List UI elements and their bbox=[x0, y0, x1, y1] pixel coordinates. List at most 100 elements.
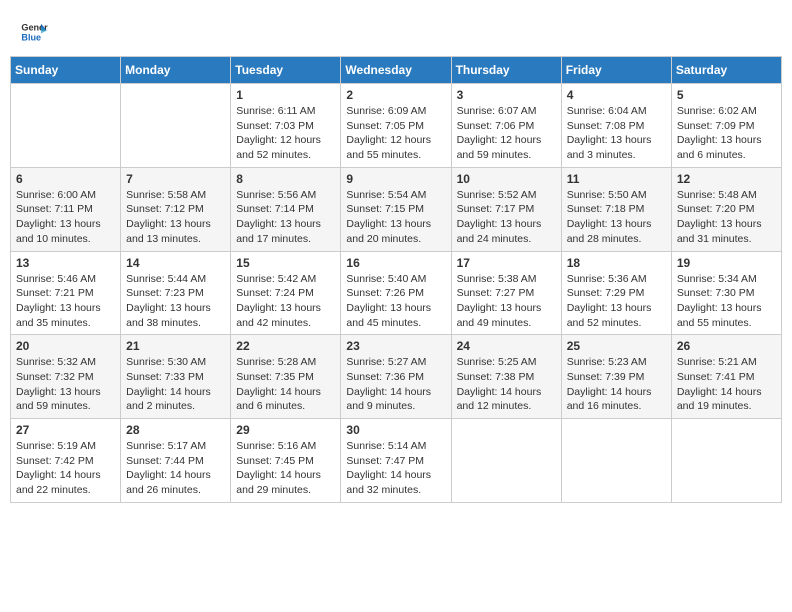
calendar-cell: 3 Sunrise: 6:07 AM Sunset: 7:06 PM Daylig… bbox=[451, 84, 561, 168]
calendar-cell: 4 Sunrise: 6:04 AM Sunset: 7:08 PM Daylig… bbox=[561, 84, 671, 168]
day-info: Sunrise: 5:58 AM Sunset: 7:12 PM Dayligh… bbox=[126, 188, 225, 247]
day-info: Sunrise: 6:09 AM Sunset: 7:05 PM Dayligh… bbox=[346, 104, 445, 163]
calendar-cell: 25 Sunrise: 5:23 AM Sunset: 7:39 PM Dayli… bbox=[561, 335, 671, 419]
day-number: 29 bbox=[236, 423, 335, 437]
day-number: 22 bbox=[236, 339, 335, 353]
calendar-cell: 12Sunrise: 5:48 AM Sunset: 7:20 PM Dayli… bbox=[671, 167, 781, 251]
day-number: 7 bbox=[126, 172, 225, 186]
day-info: Sunrise: 6:00 AM Sunset: 7:11 PM Dayligh… bbox=[16, 188, 115, 247]
day-info: Sunrise: 5:46 AM Sunset: 7:21 PM Dayligh… bbox=[16, 272, 115, 331]
day-number: 28 bbox=[126, 423, 225, 437]
calendar-cell: 26Sunrise: 5:21 AM Sunset: 7:41 PM Dayli… bbox=[671, 335, 781, 419]
day-number: 1 bbox=[236, 88, 335, 102]
calendar-cell: 30Sunrise: 5:14 AM Sunset: 7:47 PM Dayli… bbox=[341, 419, 451, 503]
weekday-header-row: SundayMondayTuesdayWednesdayThursdayFrid… bbox=[11, 57, 782, 84]
header: General Blue bbox=[10, 10, 782, 50]
day-info: Sunrise: 6:07 AM Sunset: 7:06 PM Dayligh… bbox=[457, 104, 556, 163]
day-number: 23 bbox=[346, 339, 445, 353]
calendar-cell: 21Sunrise: 5:30 AM Sunset: 7:33 PM Dayli… bbox=[121, 335, 231, 419]
calendar-cell: 9Sunrise: 5:54 AM Sunset: 7:15 PM Daylig… bbox=[341, 167, 451, 251]
calendar-cell: 24 Sunrise: 5:25 AM Sunset: 7:38 PM Dayli… bbox=[451, 335, 561, 419]
calendar-cell: 14Sunrise: 5:44 AM Sunset: 7:23 PM Dayli… bbox=[121, 251, 231, 335]
calendar-cell bbox=[561, 419, 671, 503]
calendar-week-row: 20Sunrise: 5:32 AM Sunset: 7:32 PM Dayli… bbox=[11, 335, 782, 419]
weekday-header-tuesday: Tuesday bbox=[231, 57, 341, 84]
calendar-cell: 8 Sunrise: 5:56 AM Sunset: 7:14 PM Daylig… bbox=[231, 167, 341, 251]
calendar-cell: 5Sunrise: 6:02 AM Sunset: 7:09 PM Daylig… bbox=[671, 84, 781, 168]
day-number: 17 bbox=[457, 256, 556, 270]
day-number: 10 bbox=[457, 172, 556, 186]
calendar-cell: 13 Sunrise: 5:46 AM Sunset: 7:21 PM Dayli… bbox=[11, 251, 121, 335]
day-number: 9 bbox=[346, 172, 445, 186]
day-info: Sunrise: 5:27 AM Sunset: 7:36 PM Dayligh… bbox=[346, 355, 445, 414]
day-info: Sunrise: 5:17 AM Sunset: 7:44 PM Dayligh… bbox=[126, 439, 225, 498]
calendar-cell: 20Sunrise: 5:32 AM Sunset: 7:32 PM Dayli… bbox=[11, 335, 121, 419]
day-number: 6 bbox=[16, 172, 115, 186]
logo: General Blue bbox=[20, 18, 48, 46]
day-number: 11 bbox=[567, 172, 666, 186]
calendar-cell: 23 Sunrise: 5:27 AM Sunset: 7:36 PM Dayli… bbox=[341, 335, 451, 419]
calendar-week-row: 27 Sunrise: 5:19 AM Sunset: 7:42 PM Dayli… bbox=[11, 419, 782, 503]
day-info: Sunrise: 5:56 AM Sunset: 7:14 PM Dayligh… bbox=[236, 188, 335, 247]
day-info: Sunrise: 5:40 AM Sunset: 7:26 PM Dayligh… bbox=[346, 272, 445, 331]
calendar-cell bbox=[671, 419, 781, 503]
day-number: 5 bbox=[677, 88, 776, 102]
calendar-cell bbox=[451, 419, 561, 503]
day-info: Sunrise: 5:52 AM Sunset: 7:17 PM Dayligh… bbox=[457, 188, 556, 247]
day-number: 12 bbox=[677, 172, 776, 186]
day-number: 14 bbox=[126, 256, 225, 270]
weekday-header-wednesday: Wednesday bbox=[341, 57, 451, 84]
day-number: 2 bbox=[346, 88, 445, 102]
weekday-header-thursday: Thursday bbox=[451, 57, 561, 84]
calendar: SundayMondayTuesdayWednesdayThursdayFrid… bbox=[10, 56, 782, 503]
day-info: Sunrise: 5:16 AM Sunset: 7:45 PM Dayligh… bbox=[236, 439, 335, 498]
calendar-cell: 2 Sunrise: 6:09 AM Sunset: 7:05 PM Daylig… bbox=[341, 84, 451, 168]
day-number: 19 bbox=[677, 256, 776, 270]
calendar-cell: 6 Sunrise: 6:00 AM Sunset: 7:11 PM Daylig… bbox=[11, 167, 121, 251]
day-number: 26 bbox=[677, 339, 776, 353]
calendar-cell: 19 Sunrise: 5:34 AM Sunset: 7:30 PM Dayli… bbox=[671, 251, 781, 335]
calendar-cell: 1 Sunrise: 6:11 AM Sunset: 7:03 PM Daylig… bbox=[231, 84, 341, 168]
day-info: Sunrise: 6:04 AM Sunset: 7:08 PM Dayligh… bbox=[567, 104, 666, 163]
calendar-week-row: 1 Sunrise: 6:11 AM Sunset: 7:03 PM Daylig… bbox=[11, 84, 782, 168]
day-info: Sunrise: 5:19 AM Sunset: 7:42 PM Dayligh… bbox=[16, 439, 115, 498]
weekday-header-friday: Friday bbox=[561, 57, 671, 84]
calendar-cell: 28 Sunrise: 5:17 AM Sunset: 7:44 PM Dayli… bbox=[121, 419, 231, 503]
calendar-cell: 22 Sunrise: 5:28 AM Sunset: 7:35 PM Dayli… bbox=[231, 335, 341, 419]
day-info: Sunrise: 5:36 AM Sunset: 7:29 PM Dayligh… bbox=[567, 272, 666, 331]
calendar-week-row: 13 Sunrise: 5:46 AM Sunset: 7:21 PM Dayli… bbox=[11, 251, 782, 335]
day-info: Sunrise: 6:11 AM Sunset: 7:03 PM Dayligh… bbox=[236, 104, 335, 163]
day-number: 16 bbox=[346, 256, 445, 270]
day-number: 20 bbox=[16, 339, 115, 353]
calendar-cell: 10 Sunrise: 5:52 AM Sunset: 7:17 PM Dayli… bbox=[451, 167, 561, 251]
calendar-cell: 15Sunrise: 5:42 AM Sunset: 7:24 PM Dayli… bbox=[231, 251, 341, 335]
day-info: Sunrise: 5:50 AM Sunset: 7:18 PM Dayligh… bbox=[567, 188, 666, 247]
day-info: Sunrise: 5:25 AM Sunset: 7:38 PM Dayligh… bbox=[457, 355, 556, 414]
weekday-header-sunday: Sunday bbox=[11, 57, 121, 84]
day-number: 18 bbox=[567, 256, 666, 270]
day-info: Sunrise: 5:30 AM Sunset: 7:33 PM Dayligh… bbox=[126, 355, 225, 414]
day-number: 8 bbox=[236, 172, 335, 186]
calendar-cell bbox=[121, 84, 231, 168]
day-number: 3 bbox=[457, 88, 556, 102]
day-number: 27 bbox=[16, 423, 115, 437]
day-number: 4 bbox=[567, 88, 666, 102]
calendar-cell: 18 Sunrise: 5:36 AM Sunset: 7:29 PM Dayli… bbox=[561, 251, 671, 335]
day-info: Sunrise: 5:34 AM Sunset: 7:30 PM Dayligh… bbox=[677, 272, 776, 331]
calendar-cell: 7 Sunrise: 5:58 AM Sunset: 7:12 PM Daylig… bbox=[121, 167, 231, 251]
calendar-cell: 17 Sunrise: 5:38 AM Sunset: 7:27 PM Dayli… bbox=[451, 251, 561, 335]
weekday-header-monday: Monday bbox=[121, 57, 231, 84]
calendar-cell bbox=[11, 84, 121, 168]
day-info: Sunrise: 5:14 AM Sunset: 7:47 PM Dayligh… bbox=[346, 439, 445, 498]
day-info: Sunrise: 5:28 AM Sunset: 7:35 PM Dayligh… bbox=[236, 355, 335, 414]
logo-icon: General Blue bbox=[20, 18, 48, 46]
day-number: 24 bbox=[457, 339, 556, 353]
day-number: 13 bbox=[16, 256, 115, 270]
day-number: 25 bbox=[567, 339, 666, 353]
svg-text:Blue: Blue bbox=[21, 32, 41, 42]
calendar-week-row: 6 Sunrise: 6:00 AM Sunset: 7:11 PM Daylig… bbox=[11, 167, 782, 251]
weekday-header-saturday: Saturday bbox=[671, 57, 781, 84]
day-info: Sunrise: 5:23 AM Sunset: 7:39 PM Dayligh… bbox=[567, 355, 666, 414]
day-info: Sunrise: 5:42 AM Sunset: 7:24 PM Dayligh… bbox=[236, 272, 335, 331]
day-info: Sunrise: 5:38 AM Sunset: 7:27 PM Dayligh… bbox=[457, 272, 556, 331]
